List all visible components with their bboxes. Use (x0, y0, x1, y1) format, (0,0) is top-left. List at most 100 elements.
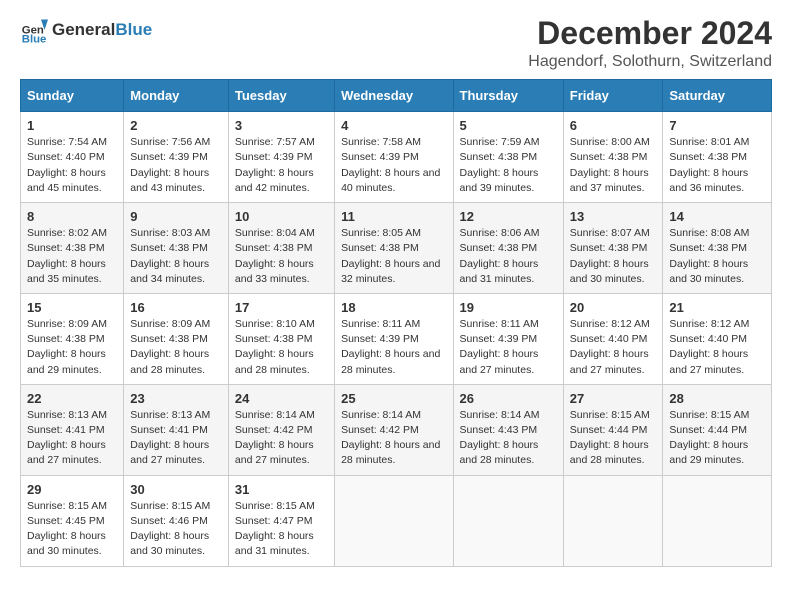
day-info: Sunrise: 8:06 AMSunset: 4:38 PMDaylight:… (460, 226, 557, 287)
day-info: Sunrise: 7:58 AMSunset: 4:39 PMDaylight:… (341, 135, 446, 196)
day-number: 5 (460, 118, 557, 133)
day-number: 7 (669, 118, 765, 133)
calendar-cell: 25 Sunrise: 8:14 AMSunset: 4:42 PMDayligh… (335, 384, 453, 475)
day-number: 6 (570, 118, 657, 133)
calendar-cell: 3Sunrise: 7:57 AMSunset: 4:39 PMDaylight… (228, 112, 334, 203)
day-info: Sunrise: 8:04 AMSunset: 4:38 PMDaylight:… (235, 226, 328, 287)
calendar-cell: 17 Sunrise: 8:10 AMSunset: 4:38 PMDayligh… (228, 293, 334, 384)
day-number: 21 (669, 300, 765, 315)
day-info: Sunrise: 8:15 AMSunset: 4:45 PMDaylight:… (27, 499, 117, 560)
day-info: Sunrise: 8:11 AMSunset: 4:39 PMDaylight:… (460, 317, 557, 378)
logo-blue: Blue (115, 20, 152, 39)
calendar-cell: 28Sunrise: 8:15 AMSunset: 4:44 PMDayligh… (663, 384, 772, 475)
logo-general: General (52, 20, 115, 39)
page-subtitle: Hagendorf, Solothurn, Switzerland (528, 53, 772, 71)
day-info: Sunrise: 7:57 AMSunset: 4:39 PMDaylight:… (235, 135, 328, 196)
day-info: Sunrise: 8:02 AMSunset: 4:38 PMDaylight:… (27, 226, 117, 287)
day-number: 29 (27, 482, 117, 497)
calendar-cell: 14 Sunrise: 8:08 AMSunset: 4:38 PMDayligh… (663, 203, 772, 294)
day-info: Sunrise: 7:54 AMSunset: 4:40 PMDaylight:… (27, 135, 117, 196)
day-number: 12 (460, 209, 557, 224)
calendar-cell: 20 Sunrise: 8:12 AMSunset: 4:40 PMDayligh… (563, 293, 663, 384)
col-header-friday: Friday (563, 80, 663, 112)
calendar-cell: 4 Sunrise: 7:58 AMSunset: 4:39 PMDaylight… (335, 112, 453, 203)
svg-text:Blue: Blue (22, 33, 47, 44)
calendar-week-1: 1 Sunrise: 7:54 AMSunset: 4:40 PMDaylight… (21, 112, 772, 203)
col-header-saturday: Saturday (663, 80, 772, 112)
day-info: Sunrise: 7:56 AMSunset: 4:39 PMDaylight:… (130, 135, 222, 196)
calendar-cell: 22 Sunrise: 8:13 AMSunset: 4:41 PMDayligh… (21, 384, 124, 475)
calendar-cell: 24 Sunrise: 8:14 AMSunset: 4:42 PMDayligh… (228, 384, 334, 475)
day-number: 1 (27, 118, 117, 133)
day-number: 20 (570, 300, 657, 315)
day-number: 22 (27, 391, 117, 406)
day-info: Sunrise: 8:13 AMSunset: 4:41 PMDaylight:… (27, 408, 117, 469)
title-block: December 2024 Hagendorf, Solothurn, Swit… (528, 16, 772, 71)
calendar-cell: 2 Sunrise: 7:56 AMSunset: 4:39 PMDaylight… (124, 112, 229, 203)
day-info: Sunrise: 8:13 AMSunset: 4:41 PMDaylight:… (130, 408, 222, 469)
day-info: Sunrise: 8:09 AMSunset: 4:38 PMDaylight:… (27, 317, 117, 378)
calendar-cell: 8Sunrise: 8:02 AMSunset: 4:38 PMDaylight… (21, 203, 124, 294)
calendar-cell: 9 Sunrise: 8:03 AMSunset: 4:38 PMDaylight… (124, 203, 229, 294)
day-info: Sunrise: 8:03 AMSunset: 4:38 PMDaylight:… (130, 226, 222, 287)
calendar-cell: 13 Sunrise: 8:07 AMSunset: 4:38 PMDayligh… (563, 203, 663, 294)
day-info: Sunrise: 8:15 AMSunset: 4:46 PMDaylight:… (130, 499, 222, 560)
calendar-cell: 30Sunrise: 8:15 AMSunset: 4:46 PMDayligh… (124, 475, 229, 566)
page-header: Gen Blue GeneralBlue December 2024 Hagen… (20, 16, 772, 71)
day-info: Sunrise: 8:08 AMSunset: 4:38 PMDaylight:… (669, 226, 765, 287)
calendar-cell: 18Sunrise: 8:11 AMSunset: 4:39 PMDayligh… (335, 293, 453, 384)
day-info: Sunrise: 8:12 AMSunset: 4:40 PMDaylight:… (669, 317, 765, 378)
logo-icon: Gen Blue (20, 16, 48, 44)
day-number: 11 (341, 209, 446, 224)
day-number: 4 (341, 118, 446, 133)
day-info: Sunrise: 8:07 AMSunset: 4:38 PMDaylight:… (570, 226, 657, 287)
calendar-cell (335, 475, 453, 566)
day-info: Sunrise: 8:14 AMSunset: 4:43 PMDaylight:… (460, 408, 557, 469)
col-header-thursday: Thursday (453, 80, 563, 112)
calendar-cell (663, 475, 772, 566)
day-number: 26 (460, 391, 557, 406)
day-number: 19 (460, 300, 557, 315)
day-number: 18 (341, 300, 446, 315)
calendar-cell: 21 Sunrise: 8:12 AMSunset: 4:40 PMDayligh… (663, 293, 772, 384)
day-number: 24 (235, 391, 328, 406)
calendar-cell: 7Sunrise: 8:01 AMSunset: 4:38 PMDaylight… (663, 112, 772, 203)
calendar-week-5: 29 Sunrise: 8:15 AMSunset: 4:45 PMDayligh… (21, 475, 772, 566)
day-number: 13 (570, 209, 657, 224)
calendar-cell: 12 Sunrise: 8:06 AMSunset: 4:38 PMDayligh… (453, 203, 563, 294)
day-number: 25 (341, 391, 446, 406)
day-number: 27 (570, 391, 657, 406)
calendar-week-3: 15 Sunrise: 8:09 AMSunset: 4:38 PMDayligh… (21, 293, 772, 384)
calendar-week-4: 22 Sunrise: 8:13 AMSunset: 4:41 PMDayligh… (21, 384, 772, 475)
day-number: 15 (27, 300, 117, 315)
calendar-cell: 6Sunrise: 8:00 AMSunset: 4:38 PMDaylight… (563, 112, 663, 203)
day-number: 16 (130, 300, 222, 315)
calendar-cell: 26 Sunrise: 8:14 AMSunset: 4:43 PMDayligh… (453, 384, 563, 475)
calendar-cell: 19 Sunrise: 8:11 AMSunset: 4:39 PMDayligh… (453, 293, 563, 384)
day-info: Sunrise: 8:15 AMSunset: 4:44 PMDaylight:… (669, 408, 765, 469)
day-info: Sunrise: 8:05 AMSunset: 4:38 PMDaylight:… (341, 226, 446, 287)
day-number: 9 (130, 209, 222, 224)
day-number: 10 (235, 209, 328, 224)
day-number: 2 (130, 118, 222, 133)
calendar-cell: 29 Sunrise: 8:15 AMSunset: 4:45 PMDayligh… (21, 475, 124, 566)
calendar-cell (453, 475, 563, 566)
day-info: Sunrise: 8:12 AMSunset: 4:40 PMDaylight:… (570, 317, 657, 378)
day-info: Sunrise: 7:59 AMSunset: 4:38 PMDaylight:… (460, 135, 557, 196)
calendar-cell: 1 Sunrise: 7:54 AMSunset: 4:40 PMDaylight… (21, 112, 124, 203)
day-info: Sunrise: 8:09 AMSunset: 4:38 PMDaylight:… (130, 317, 222, 378)
day-number: 23 (130, 391, 222, 406)
calendar-cell: 16 Sunrise: 8:09 AMSunset: 4:38 PMDayligh… (124, 293, 229, 384)
day-number: 14 (669, 209, 765, 224)
day-number: 31 (235, 482, 328, 497)
col-header-wednesday: Wednesday (335, 80, 453, 112)
calendar-cell: 10 Sunrise: 8:04 AMSunset: 4:38 PMDayligh… (228, 203, 334, 294)
col-header-sunday: Sunday (21, 80, 124, 112)
calendar-week-2: 8Sunrise: 8:02 AMSunset: 4:38 PMDaylight… (21, 203, 772, 294)
day-info: Sunrise: 8:15 AMSunset: 4:44 PMDaylight:… (570, 408, 657, 469)
day-info: Sunrise: 8:14 AMSunset: 4:42 PMDaylight:… (235, 408, 328, 469)
day-info: Sunrise: 8:14 AMSunset: 4:42 PMDaylight:… (341, 408, 446, 469)
day-number: 17 (235, 300, 328, 315)
calendar-header-row: SundayMondayTuesdayWednesdayThursdayFrid… (21, 80, 772, 112)
day-info: Sunrise: 8:10 AMSunset: 4:38 PMDaylight:… (235, 317, 328, 378)
